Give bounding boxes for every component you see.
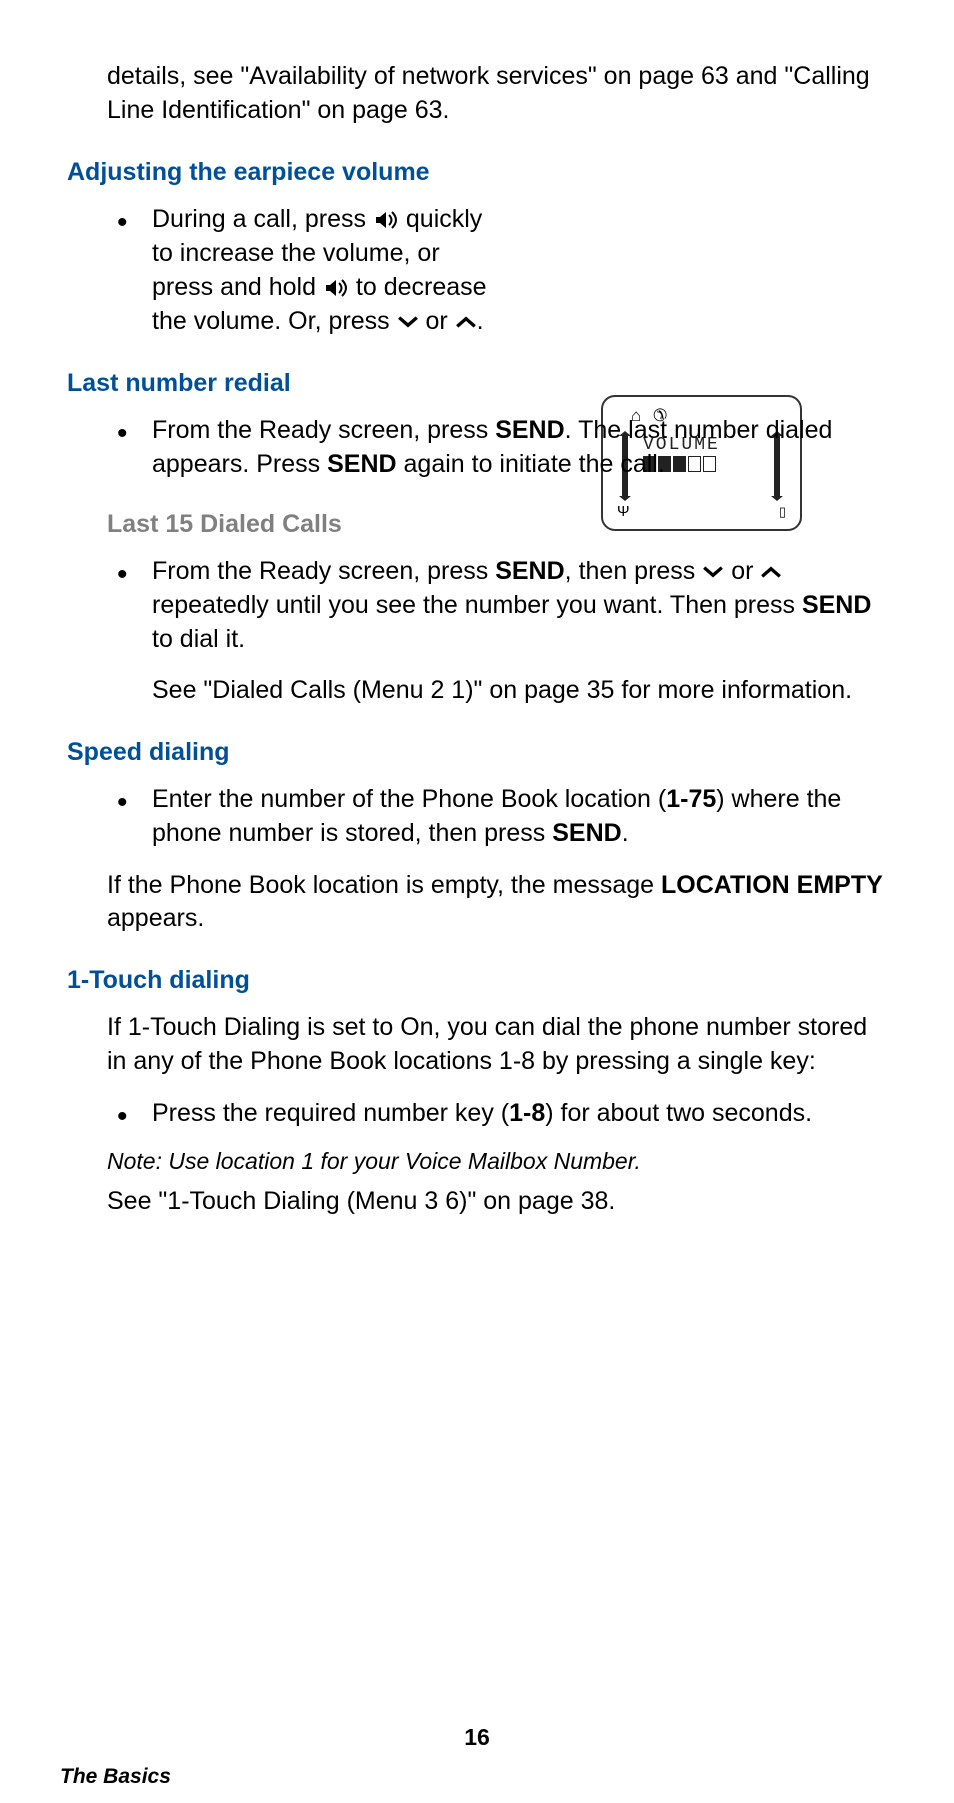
text: to dial it. bbox=[152, 625, 245, 653]
text: or bbox=[419, 307, 455, 335]
send-key: SEND bbox=[802, 591, 871, 619]
down-chevron-icon bbox=[397, 305, 419, 339]
text: again to initiate the call. bbox=[397, 450, 665, 478]
down-chevron-icon bbox=[702, 555, 724, 589]
section-volume: Adjusting the earpiece volume During a c… bbox=[67, 158, 887, 340]
text: During a call, press bbox=[152, 205, 373, 233]
heading-1touch: 1-Touch dialing bbox=[67, 966, 887, 995]
send-key: SEND bbox=[552, 819, 621, 847]
speaker-icon bbox=[373, 203, 399, 237]
speed-para: If the Phone Book location is empty, the… bbox=[107, 869, 887, 937]
footer-section-title: The Basics bbox=[60, 1765, 171, 1789]
text: ) for about two seconds. bbox=[545, 1099, 812, 1127]
speed-bullet: Enter the number of the Phone Book locat… bbox=[152, 783, 887, 851]
text: . bbox=[477, 307, 484, 335]
intro-paragraph: details, see "Availability of network se… bbox=[107, 60, 887, 128]
last15-extra: See "Dialed Calls (Menu 2 1)" on page 35… bbox=[67, 674, 887, 708]
text: . bbox=[622, 819, 629, 847]
last15-bullet: From the Ready screen, press SEND, then … bbox=[152, 555, 887, 657]
up-chevron-icon bbox=[455, 305, 477, 339]
send-key: SEND bbox=[495, 557, 564, 585]
send-key: SEND bbox=[327, 450, 396, 478]
page-number: 16 bbox=[0, 1724, 954, 1751]
range: 1-75 bbox=[666, 785, 716, 813]
text: appears. bbox=[107, 904, 204, 932]
heading-redial: Last number redial bbox=[67, 369, 887, 398]
touch-para: If 1-Touch Dialing is set to On, you can… bbox=[107, 1011, 887, 1079]
battery-icon: ▯ bbox=[779, 504, 786, 520]
page-footer: 16 bbox=[0, 1724, 954, 1763]
touch-after: See "1-Touch Dialing (Menu 3 6)" on page… bbox=[107, 1185, 887, 1218]
send-key: SEND bbox=[495, 416, 564, 444]
text: If the Phone Book location is empty, the… bbox=[107, 871, 661, 899]
touch-bullet: Press the required number key (1-8) for … bbox=[152, 1097, 887, 1131]
up-chevron-icon bbox=[760, 555, 782, 589]
text: Press the required number key ( bbox=[152, 1099, 509, 1127]
touch-note: Note: Use location 1 for your Voice Mail… bbox=[107, 1148, 887, 1175]
antenna-icon: Ψ bbox=[617, 503, 630, 520]
redial-bullet: From the Ready screen, press SEND. The l… bbox=[152, 414, 887, 482]
text: Enter the number of the Phone Book locat… bbox=[152, 785, 666, 813]
location-empty: LOCATION EMPTY bbox=[661, 871, 883, 899]
heading-volume: Adjusting the earpiece volume bbox=[67, 158, 887, 187]
section-1touch: 1-Touch dialing If 1-Touch Dialing is se… bbox=[67, 966, 887, 1218]
text: repeatedly until you see the number you … bbox=[152, 591, 802, 619]
volume-bullet: During a call, press quickly to increase… bbox=[152, 203, 487, 340]
text: From the Ready screen, press bbox=[152, 557, 495, 585]
text: , then press bbox=[565, 557, 703, 585]
section-speed-dialing: Speed dialing Enter the number of the Ph… bbox=[67, 738, 887, 936]
heading-speed: Speed dialing bbox=[67, 738, 887, 767]
text: From the Ready screen, press bbox=[152, 416, 495, 444]
range: 1-8 bbox=[509, 1099, 545, 1127]
speaker-icon bbox=[323, 271, 349, 305]
text: or bbox=[724, 557, 760, 585]
section-redial: Last number redial From the Ready screen… bbox=[67, 369, 887, 708]
